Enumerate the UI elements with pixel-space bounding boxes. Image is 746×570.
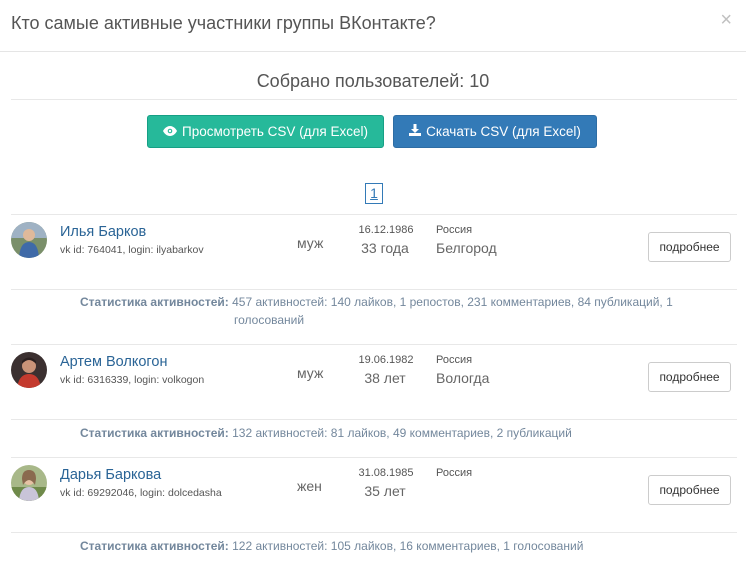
user-sex: муж bbox=[297, 235, 324, 251]
user-birthdate: 19.06.1982 bbox=[358, 354, 414, 366]
row-divider bbox=[11, 532, 737, 533]
view-csv-label: Просмотреть CSV (для Excel) bbox=[181, 124, 368, 139]
avatar[interactable] bbox=[11, 222, 47, 258]
user-sex: муж bbox=[297, 365, 324, 381]
modal-header: Кто самые активные участники группы ВКон… bbox=[0, 0, 746, 52]
user-age: 35 лет bbox=[364, 483, 406, 499]
divider bbox=[11, 99, 737, 100]
collected-count: Собрано пользователей: 10 bbox=[256, 71, 490, 91]
user-name-link[interactable]: Артем Волкогон bbox=[60, 354, 167, 370]
eye-icon bbox=[162, 124, 177, 139]
view-csv-button[interactable]: Просмотреть CSV (для Excel) bbox=[147, 115, 384, 148]
user-info: vk id: 69292046, login: dolcedasha bbox=[60, 487, 222, 499]
user-city: Белгород bbox=[436, 240, 497, 256]
stats-text: 457 активностей: 140 лайков, 1 репостов,… bbox=[232, 295, 673, 309]
user-age: 38 лет bbox=[364, 370, 406, 386]
user-birthdate: 16.12.1986 bbox=[358, 224, 414, 236]
user-country: Россия bbox=[436, 354, 473, 366]
user-age: 33 года bbox=[361, 240, 409, 256]
stats-text-cont: голосований bbox=[234, 313, 305, 327]
avatar[interactable] bbox=[11, 465, 47, 501]
stats-text: 122 активностей: 105 лайков, 16 коммента… bbox=[232, 539, 584, 553]
user-name-link[interactable]: Дарья Баркова bbox=[60, 467, 161, 483]
row-divider bbox=[11, 344, 737, 345]
user-city: Вологда bbox=[436, 370, 490, 386]
stats-label: Статистика активностей: bbox=[80, 426, 229, 440]
row-divider bbox=[11, 289, 737, 290]
stats-label: Статистика активностей: bbox=[80, 295, 229, 309]
user-sex: жен bbox=[297, 478, 322, 494]
user-birthdate: 31.08.1985 bbox=[358, 467, 414, 479]
page-link-1[interactable]: 1 bbox=[365, 183, 383, 204]
modal-title: Кто самые активные участники группы ВКон… bbox=[11, 13, 436, 33]
more-button[interactable]: подробнее bbox=[648, 232, 731, 262]
row-divider bbox=[11, 419, 737, 420]
row-divider bbox=[11, 457, 737, 458]
stats-text: 132 активностей: 81 лайков, 49 комментар… bbox=[232, 426, 572, 440]
user-info: vk id: 6316339, login: volkogon bbox=[60, 374, 205, 386]
activity-stats: Статистика активностей: 132 активностей:… bbox=[80, 424, 690, 442]
close-icon[interactable]: × bbox=[720, 10, 732, 30]
user-info: vk id: 764041, login: ilyabarkov bbox=[60, 244, 204, 256]
download-csv-label: Скачать CSV (для Excel) bbox=[426, 124, 581, 139]
avatar[interactable] bbox=[11, 352, 47, 388]
row-divider bbox=[11, 214, 737, 215]
more-button[interactable]: подробнее bbox=[648, 362, 731, 392]
more-button[interactable]: подробнее bbox=[648, 475, 731, 505]
activity-stats: Статистика активностей: 122 активностей:… bbox=[80, 537, 690, 555]
user-country: Россия bbox=[436, 224, 473, 236]
stats-label: Статистика активностей: bbox=[80, 539, 229, 553]
download-icon bbox=[409, 124, 422, 139]
user-name-link[interactable]: Илья Барков bbox=[60, 224, 146, 240]
activity-stats: Статистика активностей: 457 активностей:… bbox=[80, 293, 690, 329]
user-country: Россия bbox=[436, 467, 473, 479]
download-csv-button[interactable]: Скачать CSV (для Excel) bbox=[393, 115, 597, 148]
